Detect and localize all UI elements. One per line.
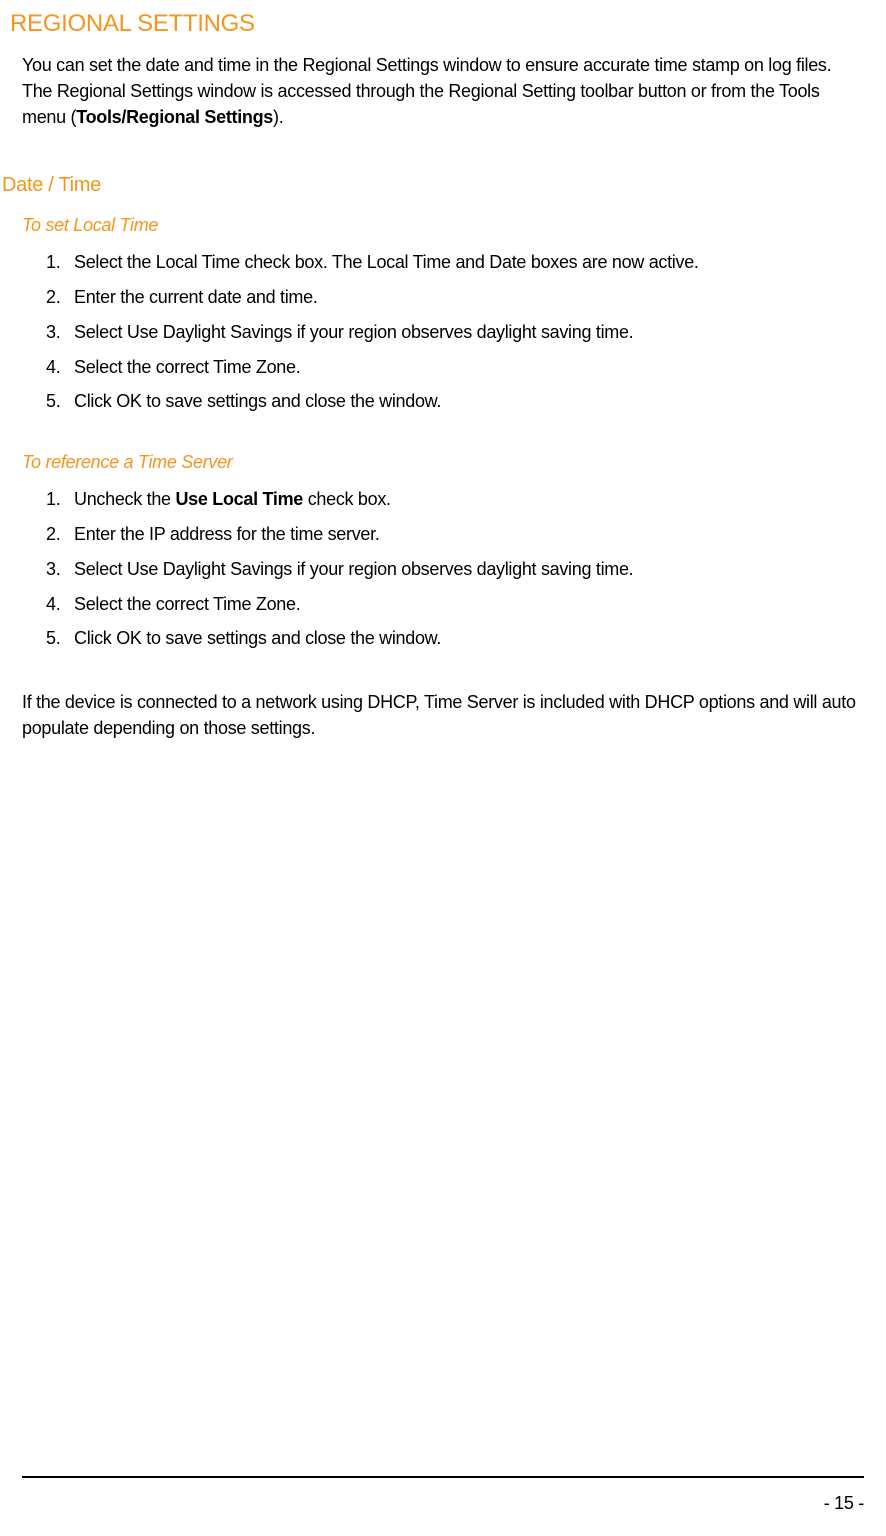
page-number: - 15 - [824, 1493, 864, 1514]
page-title: REGIONAL SETTINGS [10, 10, 864, 38]
list-item: Enter the current date and time. [46, 283, 864, 312]
section-heading-date-time: Date / Time [2, 174, 864, 197]
list-item: Select the correct Time Zone. [46, 353, 864, 382]
list-item: Enter the IP address for the time server… [46, 520, 864, 549]
list-item: Select Use Daylight Savings if your regi… [46, 318, 864, 347]
step-text-after: check box. [303, 489, 391, 509]
list-item: Click OK to save settings and close the … [46, 624, 864, 653]
sub-heading-time-server: To reference a Time Server [22, 452, 864, 473]
sub-heading-set-local-time: To set Local Time [22, 215, 864, 236]
intro-paragraph: You can set the date and time in the Reg… [22, 52, 864, 130]
step-text-before: Uncheck the [74, 489, 175, 509]
intro-text-after: ). [273, 107, 283, 127]
list-item: Click OK to save settings and close the … [46, 387, 864, 416]
step-bold-use-local-time: Use Local Time [175, 489, 303, 509]
list-item: Select the correct Time Zone. [46, 590, 864, 619]
note-paragraph: If the device is connected to a network … [22, 689, 864, 741]
time-server-steps: Uncheck the Use Local Time check box. En… [46, 485, 864, 653]
local-time-steps: Select the Local Time check box. The Loc… [46, 248, 864, 416]
intro-menu-path: Tools/Regional Settings [76, 107, 273, 127]
list-item: Select the Local Time check box. The Loc… [46, 248, 864, 277]
footer-divider [22, 1476, 864, 1478]
list-item: Uncheck the Use Local Time check box. [46, 485, 864, 514]
list-item: Select Use Daylight Savings if your regi… [46, 555, 864, 584]
